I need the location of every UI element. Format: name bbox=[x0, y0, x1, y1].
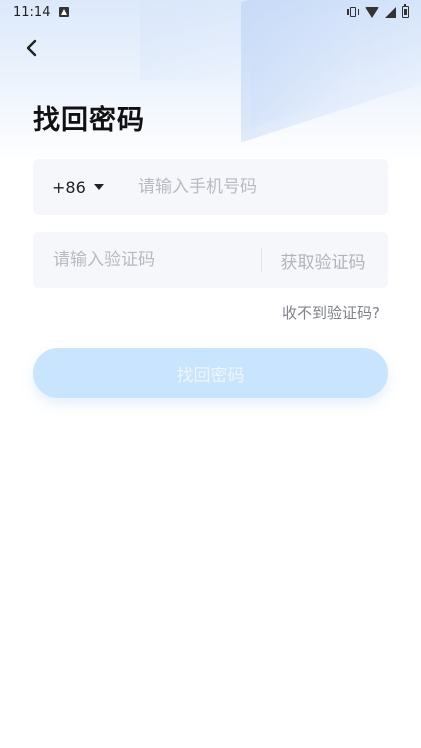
phone-input[interactable] bbox=[136, 159, 388, 215]
caret-down-icon bbox=[93, 184, 104, 190]
back-button[interactable] bbox=[16, 32, 48, 64]
phone-field: +86 bbox=[33, 159, 388, 215]
signal-icon bbox=[385, 6, 396, 18]
wifi-icon bbox=[365, 6, 379, 18]
recover-password-button[interactable]: 找回密码 bbox=[33, 348, 388, 398]
no-code-link[interactable]: 收不到验证码? bbox=[282, 302, 380, 323]
status-bar: 11:14 bbox=[0, 0, 421, 24]
verification-code-input[interactable] bbox=[33, 232, 261, 288]
vibrate-icon bbox=[347, 6, 359, 18]
status-left: 11:14 bbox=[13, 4, 70, 20]
country-code-value: +86 bbox=[52, 177, 86, 197]
get-code-button[interactable]: 获取验证码 bbox=[262, 248, 388, 273]
status-right bbox=[347, 4, 409, 18]
status-time: 11:14 bbox=[13, 4, 51, 20]
battery-icon bbox=[402, 4, 409, 18]
verification-code-field: 获取验证码 bbox=[33, 232, 388, 288]
country-code-selector[interactable]: +86 bbox=[33, 159, 136, 215]
chevron-left-icon bbox=[26, 39, 37, 57]
app-notification-icon bbox=[59, 7, 70, 17]
page-title: 找回密码 bbox=[33, 105, 145, 136]
